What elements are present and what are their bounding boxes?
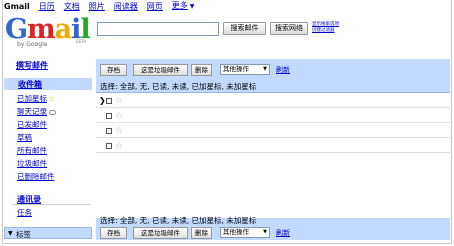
list-item[interactable]: ☆ xyxy=(96,125,450,138)
message-list: ❯ ☆ ☆ ☆ ☆ xyxy=(96,92,450,218)
expand-arrow-icon: ▼ xyxy=(8,230,13,237)
nav-gmail[interactable]: Gmail xyxy=(4,2,30,12)
more-actions-select-bottom[interactable]: 其他操作 ▼ xyxy=(220,227,270,238)
star-icon[interactable]: ☆ xyxy=(115,140,123,152)
logo-beta: BETA xyxy=(76,39,87,44)
star-icon[interactable]: ☆ xyxy=(115,95,123,107)
report-spam-button-bottom[interactable]: 这是垃圾邮件 xyxy=(133,227,188,239)
sidebar-item-trash[interactable]: 已删除邮件 xyxy=(17,171,55,182)
gmail-logo[interactable]: Gmail by Google BETA xyxy=(5,15,91,51)
row-checkbox[interactable] xyxy=(106,113,112,119)
chevron-down-icon: ▼ xyxy=(189,3,195,10)
archive-button[interactable]: 存档 xyxy=(100,64,127,76)
row-checkbox[interactable] xyxy=(106,128,112,134)
tasks-link[interactable]: 任务 xyxy=(17,207,32,218)
nav-calendar[interactable]: 日历 xyxy=(39,2,55,12)
bottom-toolbar: 存档 这是垃圾邮件 删除 其他操作 ▼ 刷新 xyxy=(96,226,450,240)
select-options-bottom[interactable]: 选择: 全部, 无, 已读, 未读, 已加星标, 未加星标 xyxy=(100,215,256,226)
search-links: 显示搜索选项 创建过滤器 xyxy=(312,22,339,34)
list-item[interactable]: ☆ xyxy=(96,110,450,123)
logo-by-google: by Google xyxy=(17,41,48,48)
nav-more-label: 更多 xyxy=(171,1,188,10)
row-checkbox[interactable] xyxy=(106,143,112,149)
nav-reader[interactable]: 阅读器 xyxy=(114,2,138,12)
mail-panel: 存档 这是垃圾邮件 删除 其他操作 ▼ 刷新 选择: 全部, 无, 已读, 未读,… xyxy=(96,59,450,240)
sidebar-item-inbox[interactable]: 收件箱 xyxy=(4,78,92,90)
nav-more[interactable]: 更多 ▼ xyxy=(172,1,195,12)
sidebar-item-starred[interactable]: 已加星标☆ xyxy=(17,93,55,104)
top-toolbar: 存档 这是垃圾邮件 删除 其他操作 ▼ 刷新 xyxy=(96,59,450,79)
star-icon: ☆ xyxy=(48,94,56,103)
nav-web[interactable]: 网页 xyxy=(147,2,163,12)
selection-pointer-icon: ❯ xyxy=(99,96,106,105)
star-icon[interactable]: ☆ xyxy=(115,110,123,122)
nav-docs[interactable]: 文档 xyxy=(64,2,80,12)
create-filter-link[interactable]: 创建过滤器 xyxy=(312,28,339,34)
sidebar-item-chats[interactable]: 聊天记录 xyxy=(17,106,56,117)
archive-button-bottom[interactable]: 存档 xyxy=(100,227,127,239)
sidebar-item-label: 聊天记录 xyxy=(17,107,47,116)
search-input[interactable] xyxy=(97,22,219,36)
list-item[interactable]: ☆ xyxy=(96,140,450,153)
sidebar-item-label: 已加星标 xyxy=(17,94,47,103)
refresh-link-bottom[interactable]: 刷新 xyxy=(276,228,290,238)
sidebar-item-sent[interactable]: 已发邮件 xyxy=(17,119,47,130)
refresh-link[interactable]: 刷新 xyxy=(276,65,290,75)
sidebar-item-inbox-label: 收件箱 xyxy=(18,80,42,89)
sidebar-item-drafts[interactable]: 草稿 xyxy=(17,132,32,143)
sidebar-item-all-mail[interactable]: 所有邮件 xyxy=(17,145,47,156)
list-item[interactable]: ❯ ☆ xyxy=(96,95,450,108)
search-web-button[interactable]: 搜索网络 xyxy=(270,22,308,35)
sidebar-divider xyxy=(12,204,90,205)
chat-bubble-icon xyxy=(49,109,56,115)
more-actions-label: 其他操作 xyxy=(223,228,249,236)
labels-title: 标签 xyxy=(16,230,31,239)
top-nav: Gmail 日历 文档 照片 阅读器 网页 更多 ▼ xyxy=(4,1,194,12)
chevron-down-icon: ▼ xyxy=(261,65,269,74)
row-checkbox[interactable] xyxy=(106,98,112,104)
sidebar-item-spam[interactable]: 垃圾邮件 xyxy=(17,158,47,169)
search-mail-button[interactable]: 搜索邮件 xyxy=(223,22,266,35)
delete-button-bottom[interactable]: 删除 xyxy=(191,227,212,239)
delete-button[interactable]: 删除 xyxy=(191,64,212,76)
more-actions-select[interactable]: 其他操作 ▼ xyxy=(220,64,270,75)
chevron-down-icon: ▼ xyxy=(261,228,269,237)
star-icon[interactable]: ☆ xyxy=(115,125,123,137)
more-actions-label: 其他操作 xyxy=(223,65,249,73)
select-options[interactable]: 选择: 全部, 无, 已读, 未读, 已加星标, 未加星标 xyxy=(100,81,256,92)
compose-link[interactable]: 撰写邮件 xyxy=(16,60,48,71)
labels-header[interactable]: ▼ 标签 xyxy=(4,227,92,239)
report-spam-button[interactable]: 这是垃圾邮件 xyxy=(133,64,188,76)
nav-photos[interactable]: 照片 xyxy=(89,2,105,12)
